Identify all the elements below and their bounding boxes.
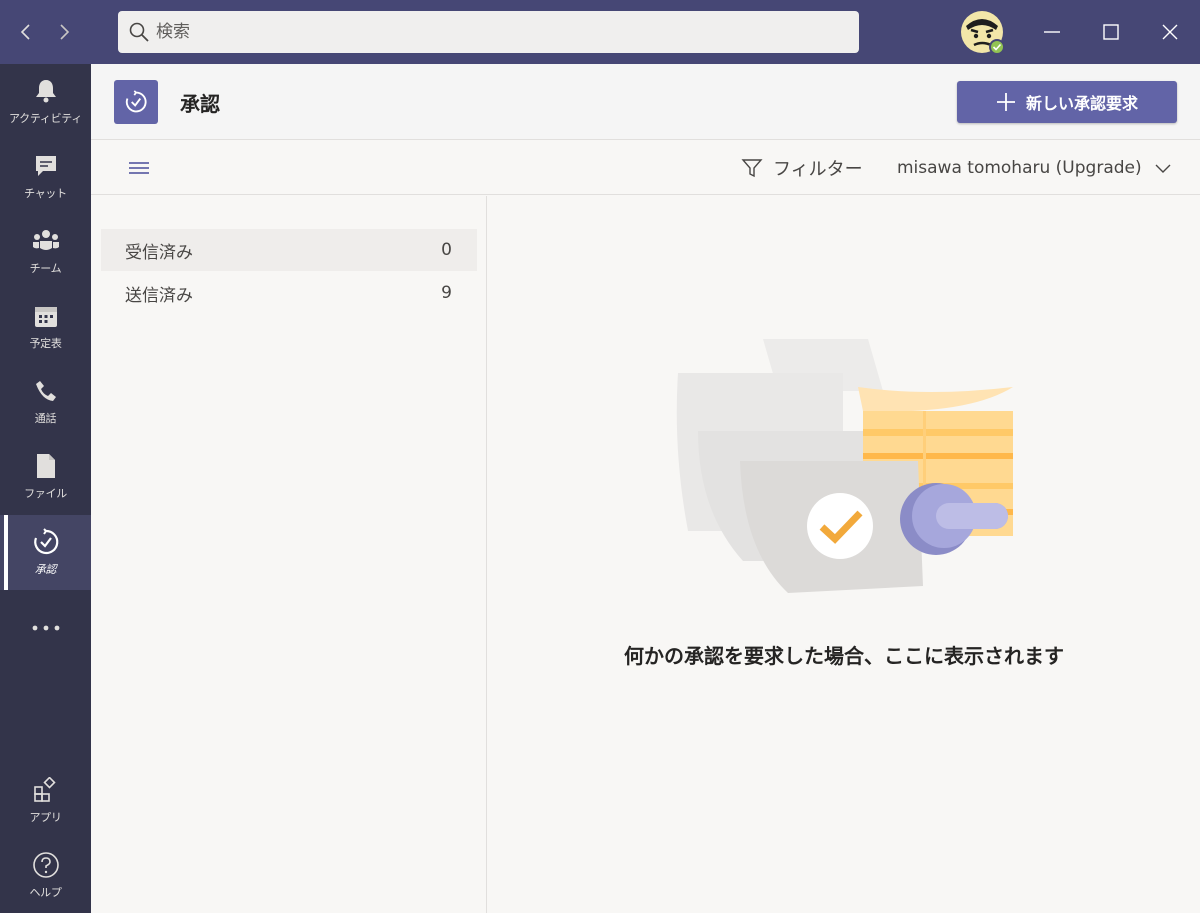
rail-item-label: ヘルプ xyxy=(29,886,62,899)
forward-button[interactable] xyxy=(52,18,76,46)
search-box[interactable] xyxy=(118,11,859,53)
help-icon xyxy=(32,852,59,878)
phone-icon xyxy=(35,381,56,401)
rail-item-label: ファイル xyxy=(24,487,67,500)
back-button[interactable] xyxy=(14,18,38,46)
rail-item-label: 承認 xyxy=(34,563,57,576)
minimize-button[interactable] xyxy=(1034,14,1070,50)
apps-icon xyxy=(33,777,56,802)
rail-item-teams[interactable]: チーム xyxy=(0,214,91,289)
rail-item-files[interactable]: ファイル xyxy=(0,439,91,514)
rail-item-help[interactable]: ヘルプ xyxy=(0,838,91,913)
rail-item-chat[interactable]: チャット xyxy=(0,139,91,214)
plus-icon xyxy=(996,93,1015,111)
chevron-down-icon xyxy=(1155,164,1171,173)
list-item-received[interactable]: 受信済み 0 xyxy=(101,229,477,271)
app-header: 承認 新しい承認要求 xyxy=(91,64,1200,140)
search-input[interactable] xyxy=(156,22,836,42)
list-item-count: 0 xyxy=(441,240,452,260)
rail-item-activity[interactable]: アクティビティ xyxy=(0,64,91,139)
approvals-list-pane: 受信済み 0 送信済み 9 xyxy=(91,196,487,913)
list-item-label: 受信済み xyxy=(125,242,193,263)
rail-item-label: 予定表 xyxy=(29,337,62,350)
rail-item-label: アプリ xyxy=(29,811,62,824)
avatar[interactable] xyxy=(960,10,1006,56)
more-apps-button[interactable] xyxy=(0,590,91,665)
chat-icon xyxy=(35,156,56,176)
chevron-right-icon xyxy=(60,24,70,40)
app-rail: アクティビティ チャット チーム 予定表 通話 ファイル 承認 アプリ ヘルプ xyxy=(0,64,91,913)
account-label: misawa tomoharu (Upgrade) xyxy=(897,158,1142,178)
filter-button[interactable]: フィルター xyxy=(741,155,863,181)
empty-state-message: 何かの承認を要求した場合、ここに表示されます xyxy=(624,644,1064,668)
filter-label: フィルター xyxy=(773,159,863,180)
rail-item-label: 通話 xyxy=(34,412,57,425)
list-item-label: 送信済み xyxy=(125,285,193,306)
close-icon xyxy=(1162,24,1178,40)
account-selector[interactable]: misawa tomoharu (Upgrade) xyxy=(897,155,1172,181)
rail-item-label: チーム xyxy=(29,262,62,275)
page-title: 承認 xyxy=(180,92,220,116)
new-approval-button-label: 新しい承認要求 xyxy=(1025,94,1138,113)
search-icon xyxy=(129,22,149,42)
filter-icon xyxy=(741,159,763,178)
approvals-icon xyxy=(125,90,147,113)
title-bar xyxy=(0,0,1200,64)
bell-icon xyxy=(35,80,56,103)
calendar-icon xyxy=(34,307,57,327)
empty-state-illustration xyxy=(676,339,1013,593)
list-item-count: 9 xyxy=(441,283,452,303)
minimize-icon xyxy=(1044,31,1060,33)
hamburger-icon xyxy=(129,162,149,174)
main-content: 何かの承認を要求した場合、ここに表示されます xyxy=(488,196,1200,913)
menu-button[interactable] xyxy=(127,158,151,178)
rail-item-apps[interactable]: アプリ xyxy=(0,763,91,838)
rail-item-calendar[interactable]: 予定表 xyxy=(0,289,91,364)
new-approval-button[interactable]: 新しい承認要求 xyxy=(957,81,1177,123)
approvals-icon xyxy=(33,528,58,555)
avatar-face-icon xyxy=(961,11,1005,55)
toolbar: フィルター misawa tomoharu (Upgrade) xyxy=(91,141,1200,195)
maximize-icon xyxy=(1103,24,1119,40)
list-item-sent[interactable]: 送信済み 9 xyxy=(101,272,477,314)
rail-item-label: チャット xyxy=(24,187,67,200)
rail-item-approvals[interactable]: 承認 xyxy=(0,515,91,590)
app-tile xyxy=(114,80,158,124)
more-icon xyxy=(32,625,59,630)
close-button[interactable] xyxy=(1152,14,1188,50)
maximize-button[interactable] xyxy=(1093,14,1129,50)
teams-icon xyxy=(32,230,59,250)
rail-item-label: アクティビティ xyxy=(8,112,83,125)
chevron-left-icon xyxy=(20,24,30,40)
file-icon xyxy=(36,454,55,478)
rail-item-calls[interactable]: 通話 xyxy=(0,364,91,439)
